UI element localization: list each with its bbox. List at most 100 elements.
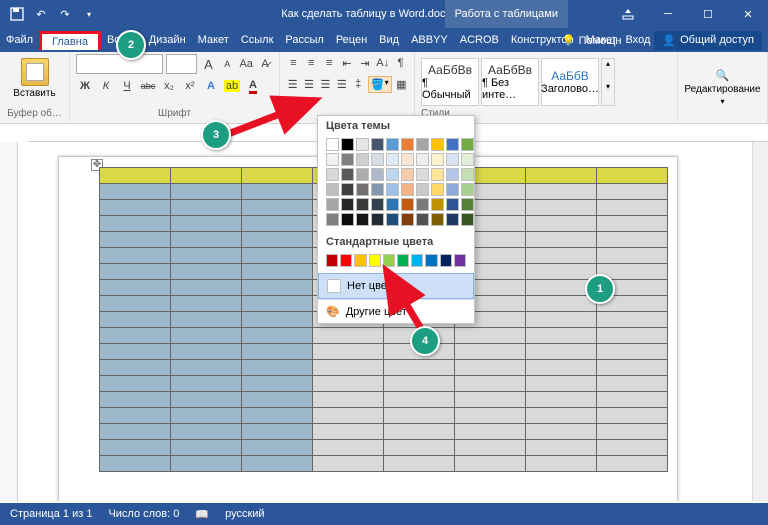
color-swatch[interactable] bbox=[356, 198, 369, 211]
color-swatch[interactable] bbox=[416, 198, 429, 211]
table-cell[interactable] bbox=[171, 264, 242, 280]
shading-button[interactable]: 🪣▾ bbox=[368, 76, 392, 93]
language-indicator[interactable]: русский bbox=[225, 508, 264, 520]
tab-view[interactable]: Вид bbox=[373, 30, 405, 50]
table-cell[interactable] bbox=[384, 360, 455, 376]
table-cell[interactable] bbox=[526, 168, 597, 184]
color-swatch[interactable] bbox=[416, 183, 429, 196]
color-swatch[interactable] bbox=[356, 138, 369, 151]
clear-format-button[interactable]: A̷ bbox=[257, 55, 273, 73]
style-normal[interactable]: АаБбВв¶ Обычный bbox=[421, 58, 479, 106]
tab-review[interactable]: Рецен bbox=[330, 30, 373, 50]
table-cell[interactable] bbox=[455, 456, 526, 472]
color-swatch[interactable] bbox=[431, 168, 444, 181]
table-cell[interactable] bbox=[100, 328, 171, 344]
color-swatch[interactable] bbox=[401, 138, 414, 151]
table-cell[interactable] bbox=[313, 328, 384, 344]
table-cell[interactable] bbox=[242, 440, 313, 456]
font-size-combo[interactable] bbox=[166, 54, 197, 74]
subscript-button[interactable]: x₂ bbox=[160, 77, 178, 95]
table-cell[interactable] bbox=[100, 168, 171, 184]
table-cell[interactable] bbox=[171, 424, 242, 440]
table-cell[interactable] bbox=[100, 440, 171, 456]
change-case-button[interactable]: Aa bbox=[238, 55, 254, 73]
undo-icon[interactable]: ↶ bbox=[30, 3, 52, 25]
table-cell[interactable] bbox=[597, 312, 668, 328]
table-cell[interactable] bbox=[100, 264, 171, 280]
color-swatch[interactable] bbox=[341, 213, 354, 226]
color-swatch[interactable] bbox=[446, 183, 459, 196]
table-cell[interactable] bbox=[171, 216, 242, 232]
table-cell[interactable] bbox=[597, 232, 668, 248]
color-swatch[interactable] bbox=[386, 213, 399, 226]
table-cell[interactable] bbox=[100, 456, 171, 472]
table-cell[interactable] bbox=[171, 248, 242, 264]
color-swatch[interactable] bbox=[461, 153, 474, 166]
table-cell[interactable] bbox=[455, 392, 526, 408]
table-cell[interactable] bbox=[171, 360, 242, 376]
paste-button[interactable]: Вставить bbox=[6, 54, 63, 99]
proofing-icon[interactable]: 📖 bbox=[195, 508, 209, 521]
strike-button[interactable]: abc bbox=[139, 77, 157, 95]
table-cell[interactable] bbox=[597, 184, 668, 200]
tab-file[interactable]: Файл bbox=[0, 30, 39, 50]
color-swatch[interactable] bbox=[431, 183, 444, 196]
maximize-button[interactable]: ☐ bbox=[688, 0, 728, 28]
table-cell[interactable] bbox=[313, 408, 384, 424]
table-cell[interactable] bbox=[526, 296, 597, 312]
color-swatch[interactable] bbox=[431, 198, 444, 211]
table-cell[interactable] bbox=[597, 456, 668, 472]
color-swatch[interactable] bbox=[401, 213, 414, 226]
table-cell[interactable] bbox=[242, 328, 313, 344]
table-cell[interactable] bbox=[313, 424, 384, 440]
table-cell[interactable] bbox=[526, 200, 597, 216]
editing-button[interactable]: 🔍Редактирование▾ bbox=[684, 69, 760, 106]
tab-references[interactable]: Ссылк bbox=[235, 30, 280, 50]
table-cell[interactable] bbox=[313, 392, 384, 408]
table-cell[interactable] bbox=[171, 328, 242, 344]
color-swatch[interactable] bbox=[461, 168, 474, 181]
color-swatch[interactable] bbox=[401, 153, 414, 166]
color-swatch[interactable] bbox=[401, 168, 414, 181]
table-cell[interactable] bbox=[455, 376, 526, 392]
share-button[interactable]: 👤Общий доступ bbox=[654, 31, 762, 50]
table-cell[interactable] bbox=[171, 376, 242, 392]
tab-layout[interactable]: Макет bbox=[192, 30, 235, 50]
table-cell[interactable] bbox=[313, 376, 384, 392]
table-cell[interactable] bbox=[242, 232, 313, 248]
table-cell[interactable] bbox=[526, 328, 597, 344]
color-swatch[interactable] bbox=[461, 198, 474, 211]
color-swatch[interactable] bbox=[431, 153, 444, 166]
table-cell[interactable] bbox=[100, 232, 171, 248]
color-swatch[interactable] bbox=[446, 198, 459, 211]
table-cell[interactable] bbox=[242, 408, 313, 424]
justify-button[interactable]: ☰ bbox=[335, 75, 348, 93]
table-cell[interactable] bbox=[171, 232, 242, 248]
table-cell[interactable] bbox=[526, 232, 597, 248]
table-cell[interactable] bbox=[526, 312, 597, 328]
color-swatch[interactable] bbox=[341, 138, 354, 151]
increase-indent-button[interactable]: ⇥ bbox=[357, 54, 372, 72]
align-center-button[interactable]: ☰ bbox=[302, 75, 315, 93]
table-cell[interactable] bbox=[242, 168, 313, 184]
table-cell[interactable] bbox=[171, 168, 242, 184]
table-cell[interactable] bbox=[526, 248, 597, 264]
table-cell[interactable] bbox=[171, 200, 242, 216]
minimize-button[interactable]: ─ bbox=[648, 0, 688, 28]
vertical-scrollbar[interactable] bbox=[752, 142, 768, 501]
table-cell[interactable] bbox=[384, 392, 455, 408]
color-swatch[interactable] bbox=[386, 183, 399, 196]
table-cell[interactable] bbox=[455, 360, 526, 376]
underline-button[interactable]: Ч bbox=[118, 77, 136, 95]
color-swatch[interactable] bbox=[356, 183, 369, 196]
table-cell[interactable] bbox=[242, 376, 313, 392]
color-swatch[interactable] bbox=[326, 254, 338, 267]
color-swatch[interactable] bbox=[461, 183, 474, 196]
table-cell[interactable] bbox=[455, 328, 526, 344]
table-cell[interactable] bbox=[242, 264, 313, 280]
color-swatch[interactable] bbox=[431, 213, 444, 226]
close-button[interactable]: ✕ bbox=[728, 0, 768, 28]
color-swatch[interactable] bbox=[326, 153, 339, 166]
word-count[interactable]: Число слов: 0 bbox=[108, 508, 179, 520]
table-cell[interactable] bbox=[100, 376, 171, 392]
